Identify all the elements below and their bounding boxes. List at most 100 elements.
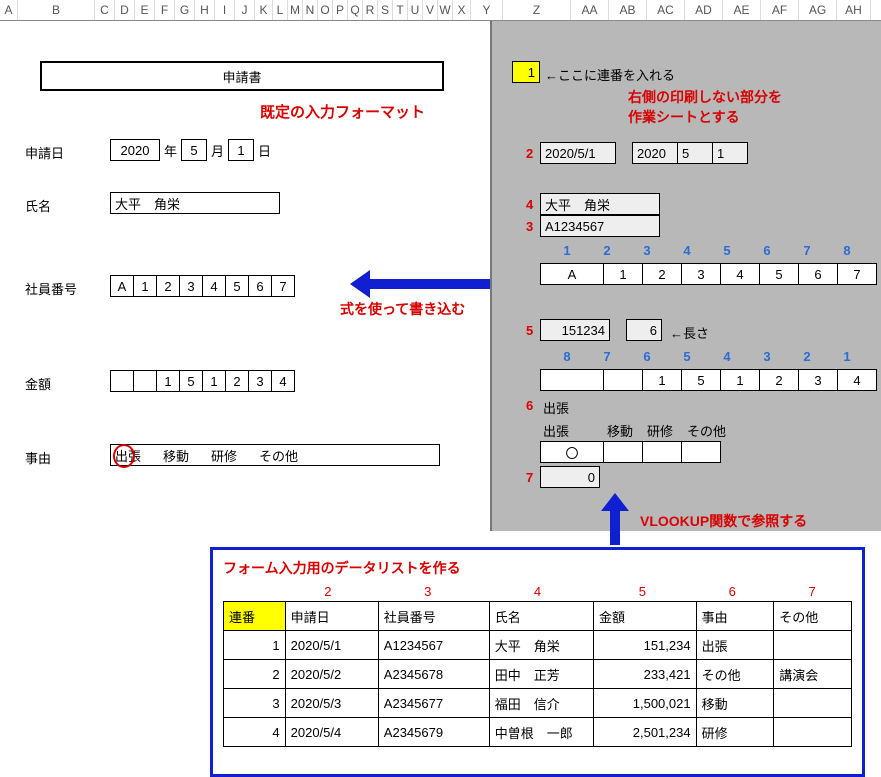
col-header-AA[interactable]: AA <box>571 0 609 20</box>
reason-option[interactable]: 研修 <box>211 446 237 465</box>
col-header-Z[interactable]: Z <box>503 0 571 20</box>
side-note-1: 右側の印刷しない部分を <box>628 87 782 107</box>
name-input[interactable]: 大平 角栄 <box>110 192 280 214</box>
serial-input[interactable]: 1 <box>512 61 540 83</box>
col-header-I[interactable]: I <box>215 0 235 20</box>
split-cell: 1 <box>642 369 682 391</box>
amount-cells[interactable]: 151234 <box>110 370 295 392</box>
reason-option[interactable]: 移動 <box>163 446 189 465</box>
col-header-B[interactable]: B <box>18 0 95 20</box>
digit-cell[interactable]: 1 <box>156 370 180 392</box>
serial-note: ←ここに連番を入れる <box>545 65 675 84</box>
digit-cell[interactable]: 3 <box>248 370 272 392</box>
split-cell: 1 <box>603 263 643 285</box>
r2-date: 2020/5/1 <box>540 142 616 164</box>
table-cell: 福田 信介 <box>489 689 593 718</box>
col-index: 6 <box>692 584 772 599</box>
col-index: 7 <box>772 584 852 599</box>
r5-label: 5 <box>526 323 533 338</box>
digit-cell[interactable]: 4 <box>202 275 226 297</box>
table-cell: 151,234 <box>593 631 696 660</box>
digit-cell[interactable] <box>110 370 134 392</box>
day-input[interactable]: 1 <box>228 139 254 161</box>
col-header-AG[interactable]: AG <box>799 0 837 20</box>
form-title: 申請書 <box>40 61 444 91</box>
reason-label: 事由 <box>25 448 51 467</box>
reason-box[interactable]: 出張移動研修その他 <box>110 444 440 466</box>
reason-option[interactable]: その他 <box>259 446 298 465</box>
col-header-AE[interactable]: AE <box>723 0 761 20</box>
col-header-F[interactable]: F <box>155 0 175 20</box>
table-cell: 2020/5/3 <box>285 689 378 718</box>
col-header-A[interactable]: A <box>0 0 18 20</box>
col-header-E[interactable]: E <box>135 0 155 20</box>
col-header-W[interactable]: W <box>438 0 453 20</box>
index-number: 1 <box>827 349 867 364</box>
col-header-D[interactable]: D <box>115 0 135 20</box>
reason-hdr-cell: 研修 <box>647 421 687 440</box>
r7-value: 0 <box>540 466 600 488</box>
col-header-T[interactable]: T <box>393 0 408 20</box>
digit-cell[interactable]: 6 <box>248 275 272 297</box>
digit-cell[interactable] <box>133 370 157 392</box>
digit-cell[interactable]: A <box>110 275 134 297</box>
col-header-G[interactable]: G <box>175 0 195 20</box>
col-header-AC[interactable]: AC <box>647 0 685 20</box>
year-input[interactable]: 2020 <box>110 139 160 161</box>
vlookup-note: VLOOKUP関数で参照する <box>640 511 807 531</box>
month-input[interactable]: 5 <box>181 139 207 161</box>
r2-year: 2020 <box>632 142 678 164</box>
table-cell: 1,500,021 <box>593 689 696 718</box>
year-suffix: 年 <box>164 141 177 160</box>
col-header-Q[interactable]: Q <box>348 0 363 20</box>
col-header-Y[interactable]: Y <box>471 0 503 20</box>
arrow-caption: 式を使って書き込む <box>340 299 465 319</box>
digit-cell[interactable]: 1 <box>133 275 157 297</box>
split-cell: 3 <box>681 263 721 285</box>
data-list-col-index: 234567 <box>223 584 852 599</box>
form-title-text: 申請書 <box>222 67 261 86</box>
col-header-AH[interactable]: AH <box>837 0 871 20</box>
table-cell: 出張 <box>696 631 774 660</box>
col-header-N[interactable]: N <box>303 0 318 20</box>
col-header-V[interactable]: V <box>423 0 438 20</box>
table-row[interactable]: 22020/5/2A2345678田中 正芳233,421その他講演会 <box>224 660 852 689</box>
col-header-H[interactable]: H <box>195 0 215 20</box>
digit-cell[interactable]: 5 <box>225 275 249 297</box>
digit-cell[interactable]: 5 <box>179 370 203 392</box>
col-header-U[interactable]: U <box>408 0 423 20</box>
table-header-cell: 氏名 <box>489 602 593 631</box>
col-index: 4 <box>483 584 593 599</box>
col-header-O[interactable]: O <box>318 0 333 20</box>
col-header-P[interactable]: P <box>333 0 348 20</box>
digit-cell[interactable]: 2 <box>225 370 249 392</box>
col-header-C[interactable]: C <box>95 0 115 20</box>
col-header-S[interactable]: S <box>378 0 393 20</box>
data-list-box: フォーム入力用のデータリストを作る 234567 連番申請日社員番号氏名金額事由… <box>210 547 865 777</box>
table-header-cell: 連番 <box>224 602 286 631</box>
table-row[interactable]: 42020/5/4A2345679中曽根 一郎2,501,234研修 <box>224 718 852 747</box>
col-header-X[interactable]: X <box>453 0 471 20</box>
reason-mark-row: 〇 <box>540 441 721 463</box>
split-cell: 7 <box>837 263 877 285</box>
day-suffix: 日 <box>258 141 271 160</box>
table-cell: 2 <box>224 660 286 689</box>
digit-cell[interactable]: 1 <box>202 370 226 392</box>
col-header-K[interactable]: K <box>255 0 273 20</box>
empno-cells[interactable]: A1234567 <box>110 275 295 297</box>
digit-cell[interactable]: 4 <box>271 370 295 392</box>
col-header-AF[interactable]: AF <box>761 0 799 20</box>
col-header-R[interactable]: R <box>363 0 378 20</box>
col-header-J[interactable]: J <box>235 0 255 20</box>
table-row[interactable]: 12020/5/1A1234567大平 角栄151,234出張 <box>224 631 852 660</box>
split-cell: 5 <box>681 369 721 391</box>
digit-cell[interactable]: 7 <box>271 275 295 297</box>
digit-cell[interactable]: 3 <box>179 275 203 297</box>
table-row[interactable]: 32020/5/3A2345677福田 信介1,500,021移動 <box>224 689 852 718</box>
digit-cell[interactable]: 2 <box>156 275 180 297</box>
col-header-AD[interactable]: AD <box>685 0 723 20</box>
col-header-L[interactable]: L <box>273 0 288 20</box>
col-header-AB[interactable]: AB <box>609 0 647 20</box>
col-header-M[interactable]: M <box>288 0 303 20</box>
r2-label: 2 <box>526 146 533 161</box>
